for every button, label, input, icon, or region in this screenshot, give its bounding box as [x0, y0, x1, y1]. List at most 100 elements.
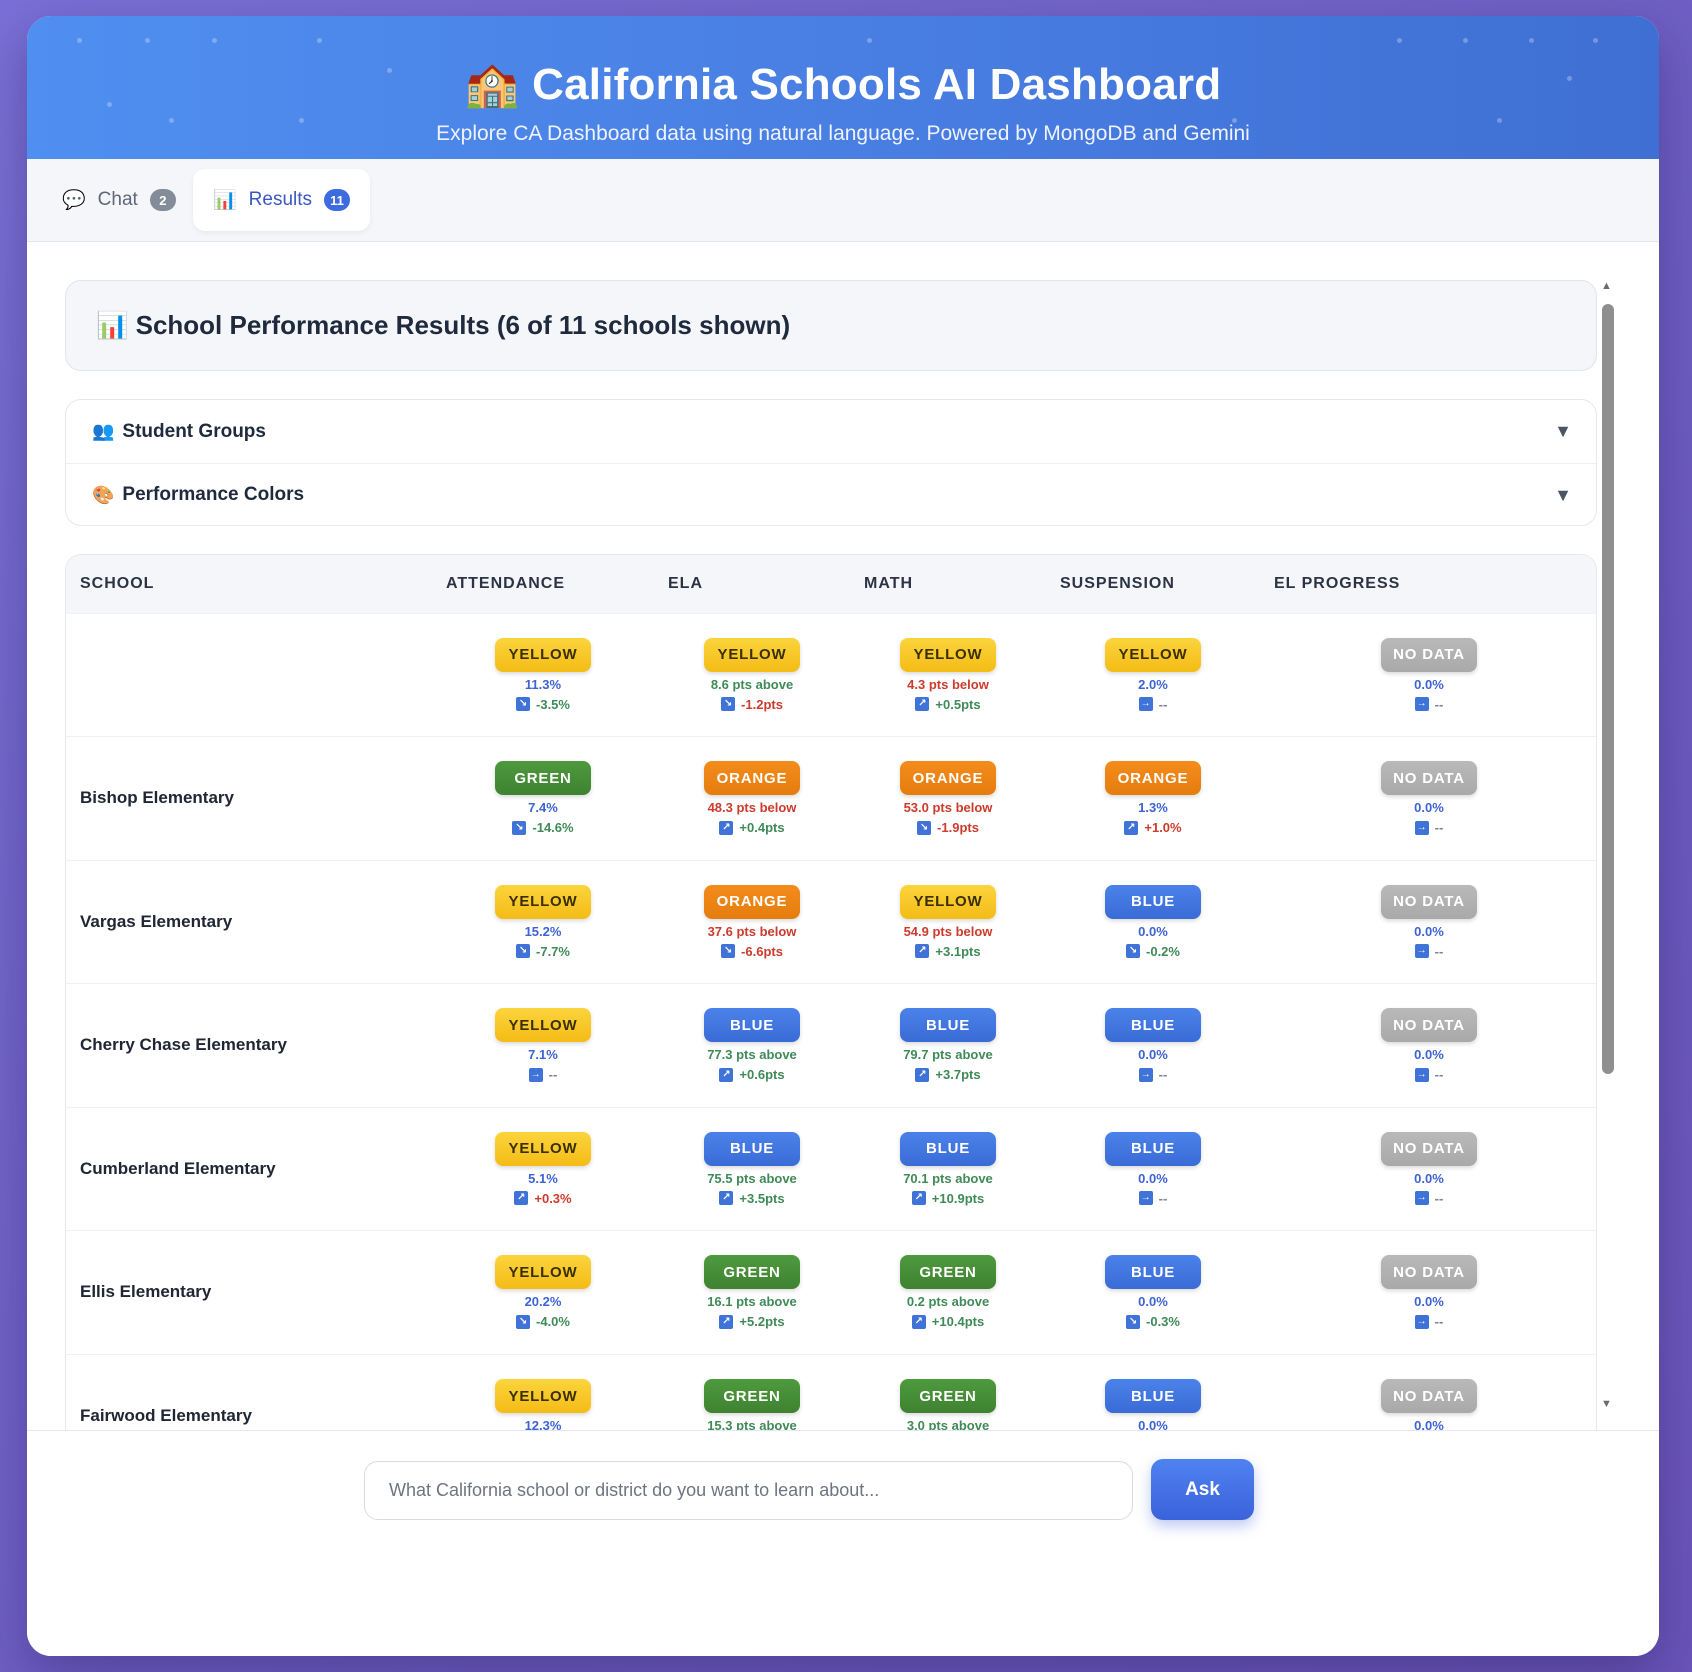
table-row[interactable]: Ellis Elementary YELLOW 20.2% ↘ -4.0% GREEN 16… — [66, 1230, 1596, 1354]
metric-change: ↗ +0.6pts — [719, 1067, 785, 1083]
performance-badge: NO DATA — [1381, 1255, 1477, 1290]
query-bar: Ask — [27, 1430, 1659, 1656]
performance-badge: YELLOW — [495, 884, 591, 919]
accordion-performance-colors[interactable]: 🎨 Performance Colors ▼ — [66, 463, 1596, 525]
metric-value: 77.3 pts above — [707, 1047, 797, 1063]
column-header[interactable]: MATH — [850, 555, 1046, 613]
scroll-up-icon[interactable]: ▲ — [1601, 280, 1612, 292]
palette-icon: 🎨 — [92, 484, 115, 505]
filters-accordion: 👥 Student Groups ▼ 🎨 Performance Colors … — [65, 399, 1597, 526]
tab-results[interactable]: 📊 Results 11 — [193, 169, 370, 231]
metric-value: 20.2% — [524, 1294, 562, 1310]
app-window: 🏫 California Schools AI Dashboard Explor… — [27, 16, 1659, 1656]
el-progress-cell: NO DATA0.0%→-- — [1260, 1353, 1596, 1430]
scrollbar-thumb[interactable] — [1602, 304, 1614, 1074]
school-icon: 🏫 — [464, 60, 520, 109]
metric-value: 15.2% — [524, 923, 562, 939]
change-text: -- — [1434, 820, 1444, 836]
chevron-down-icon[interactable]: ▼ — [1554, 485, 1572, 506]
tab-chat[interactable]: 💬 Chat 2 — [42, 169, 196, 231]
change-text: +3.1pts — [935, 943, 981, 959]
math-cell: BLUE 79.7 pts above ↗ +3.7pts — [850, 983, 1046, 1107]
metric-change: ↘ -14.6% — [512, 820, 574, 835]
performance-badge: BLUE — [1105, 1008, 1201, 1043]
performance-badge: GREEN — [900, 1255, 996, 1290]
suspension-cell: BLUE 0.0% → -- — [1046, 1106, 1260, 1231]
math-cell: GREEN 0.2 pts above ↗ +10.4pts — [850, 1230, 1046, 1354]
trend-up-icon: ↗ — [719, 1314, 734, 1329]
math-cell: YELLOW 54.9 pts below ↗ +3.1pts — [850, 859, 1046, 984]
attendance-cell: YELLOW 15.2% ↘ -7.7% — [432, 859, 654, 984]
change-text: +10.4pts — [931, 1314, 985, 1330]
table-header-row: SCHOOL ATTENDANCE ELA MATH SUSPENSION EL… — [66, 555, 1596, 613]
metric-change: → -- — [1414, 1190, 1444, 1206]
suspension-cell: ORANGE 1.3% ↗ +1.0% — [1046, 736, 1260, 860]
ask-button[interactable]: Ask — [1151, 1459, 1254, 1520]
chevron-down-icon[interactable]: ▼ — [1554, 421, 1572, 442]
accordion-student-groups[interactable]: 👥 Student Groups ▼ — [66, 400, 1596, 463]
table-row[interactable]: Cumberland Elementary YELLOW 5.1% ↗ +0.3% BLU… — [66, 1106, 1596, 1231]
metric-value: 4.3 pts below — [907, 676, 989, 692]
metric-change: ↗ +3.5pts — [719, 1190, 785, 1206]
table-row[interactable]: YELLOW 11.3% ↘ -3.5% YELLOW 8.6 pts above ↘ -1.… — [66, 612, 1596, 737]
trend-down-icon: ↘ — [516, 697, 531, 712]
column-header[interactable]: ATTENDANCE — [432, 555, 654, 613]
metric-change: ↗ +1.0% — [1124, 820, 1182, 835]
el-progress-cell: NO DATA0.0%→-- — [1260, 1230, 1596, 1354]
table-row[interactable]: Fairwood ElementaryYELLOW12.3%↘-3.2%GREE… — [66, 1353, 1596, 1430]
trend-up-icon: ↗ — [915, 944, 930, 959]
tab-results-label: Results — [248, 189, 313, 210]
metric-value: 0.0% — [1414, 1418, 1444, 1430]
results-scrollbar[interactable]: ▲ ▼ — [1597, 280, 1619, 1410]
change-text: +0.6pts — [739, 1067, 785, 1083]
metric-change: ↗ +3.1pts — [915, 943, 981, 959]
trend-down-icon: ↘ — [516, 944, 531, 959]
el-progress-cell: NO DATA0.0%→-- — [1260, 736, 1596, 860]
trend-up-icon: ↗ — [915, 697, 930, 712]
school-name: Bishop Elementary — [66, 736, 432, 860]
chat-icon: 💬 — [62, 190, 86, 211]
change-text: -1.2pts — [741, 696, 783, 712]
metric-change: ↘ -3.5% — [516, 697, 570, 712]
performance-badge: YELLOW — [495, 1008, 591, 1043]
metric-change: → -- — [1414, 697, 1443, 712]
page-title: 🏫 California Schools AI Dashboard — [27, 58, 1659, 110]
accordion-label: Student Groups — [122, 420, 266, 442]
change-text: +0.5pts — [935, 696, 981, 712]
metric-value: 3.0 pts above — [906, 1418, 990, 1430]
metric-change: ↗ +5.2pts — [719, 1314, 785, 1329]
results-title-text: School Performance Results (6 of 11 scho… — [135, 310, 791, 340]
change-text: +3.5pts — [739, 1190, 785, 1206]
trend-up-icon: ↗ — [514, 1191, 529, 1206]
metric-change: ↘ -1.2pts — [721, 697, 783, 712]
table-row[interactable]: Vargas Elementary YELLOW 15.2% ↘ -7.7% ORANGE… — [66, 859, 1596, 984]
metric-value: 2.0% — [1138, 676, 1168, 692]
tab-chat-label: Chat — [97, 189, 138, 210]
column-header[interactable]: ELA — [654, 555, 850, 613]
column-header[interactable]: EL PROGRESS — [1260, 555, 1596, 613]
math-cell: ORANGE 53.0 pts below ↘ -1.9pts — [850, 736, 1046, 860]
scroll-down-icon[interactable]: ▼ — [1601, 1398, 1612, 1410]
table-row[interactable]: Cherry Chase Elementary YELLOW 7.1% → -- BLUE… — [66, 983, 1596, 1107]
results-panel: 📊 School Performance Results (6 of 11 sc… — [27, 242, 1659, 1430]
trend-down-icon: ↘ — [721, 697, 736, 712]
column-header[interactable]: SCHOOL — [66, 555, 432, 613]
trend-down-icon: ↘ — [512, 820, 527, 835]
accordion-label: Performance Colors — [122, 484, 305, 505]
trend-down-icon: ↘ — [917, 820, 932, 835]
metric-value: 75.5 pts above — [707, 1170, 797, 1186]
query-input[interactable] — [364, 1461, 1133, 1520]
trend-up-icon: ↗ — [1124, 820, 1139, 835]
column-header[interactable]: SUSPENSION — [1046, 555, 1260, 613]
el-progress-cell: NO DATA0.0%→-- — [1260, 612, 1596, 737]
metric-value: 15.3 pts above — [707, 1418, 797, 1430]
performance-badge: YELLOW — [704, 637, 800, 672]
attendance-cell: YELLOW 5.1% ↗ +0.3% — [432, 1106, 654, 1231]
metric-change: ↗ +0.5pts — [915, 696, 981, 712]
metric-change: ↘ -4.0% — [516, 1314, 570, 1329]
table-row[interactable]: Bishop Elementary GREEN 7.4% ↘ -14.6% ORANGE 4… — [66, 736, 1596, 860]
change-text: -- — [1434, 943, 1444, 959]
trend-down-icon: ↘ — [1126, 1314, 1141, 1329]
attendance-cell: YELLOW 7.1% → -- — [432, 983, 654, 1107]
change-text: -- — [1434, 1190, 1444, 1206]
